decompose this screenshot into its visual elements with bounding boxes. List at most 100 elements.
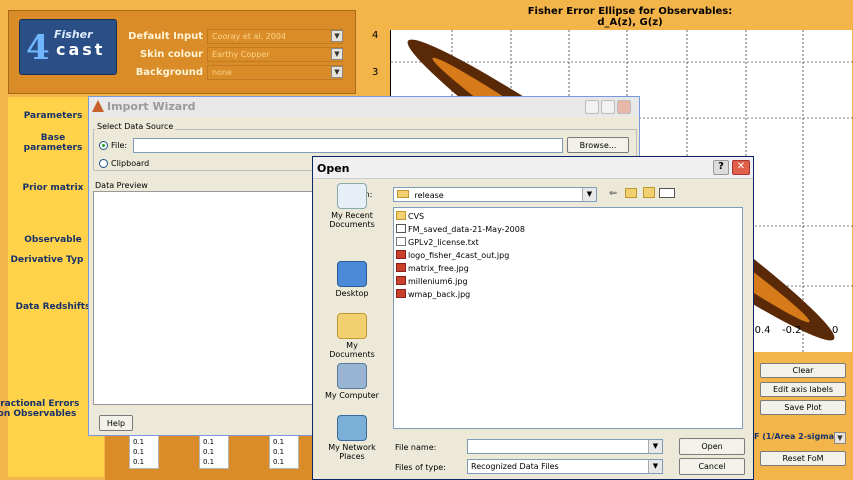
data-preview-area[interactable] (93, 191, 313, 405)
image-file-icon (396, 289, 406, 298)
look-in-select[interactable]: release ▼ (393, 187, 597, 202)
background-select[interactable]: none (207, 65, 343, 80)
stepper-value: 0.1 (133, 438, 145, 446)
place-label: Desktop (335, 289, 369, 298)
fisher4cast-logo: 4 Fisher cast (19, 19, 117, 75)
list-item[interactable]: FM_saved_data-21-May-2008 (396, 224, 525, 235)
close-icon[interactable] (617, 100, 631, 114)
up-folder-icon[interactable] (625, 188, 637, 198)
back-icon[interactable]: ⇐ (609, 188, 617, 199)
clear-button[interactable]: Clear (760, 363, 846, 378)
quantity-stepper[interactable]: 0.1 0.1 0.1 (199, 435, 229, 469)
list-item[interactable]: wmap_back.jpg (396, 289, 470, 300)
quantity-stepper[interactable]: 0.1 0.1 0.1 (129, 435, 159, 469)
minimize-icon[interactable] (585, 100, 599, 114)
data-preview-label: Data Preview (95, 181, 148, 190)
parameters-label: Parameters (23, 111, 83, 121)
maximize-icon[interactable] (601, 100, 615, 114)
chevron-down-icon[interactable]: ▼ (331, 66, 343, 78)
clipboard-radio-label: Clipboard (111, 159, 150, 168)
place-label: My Computer (325, 391, 379, 400)
chevron-down-icon[interactable]: ▼ (834, 432, 846, 444)
places-my-documents[interactable]: My Documents (323, 313, 381, 359)
x-tick-label: -0.2 (782, 325, 802, 336)
file-list[interactable]: CVS FM_saved_data-21-May-2008 GPLv2_lice… (393, 207, 743, 429)
quantity-stepper[interactable]: 0.1 0.1 0.1 (269, 435, 299, 469)
file-name: logo_fisher_4cast_out.jpg (408, 251, 510, 260)
image-file-icon (396, 276, 406, 285)
open-title-bar[interactable]: Open ? ✕ (313, 157, 753, 179)
places-recent[interactable]: My Recent Documents (323, 183, 381, 229)
plot-title-line1: Fisher Error Ellipse for Observables: (527, 6, 733, 17)
my-computer-icon (337, 363, 367, 389)
places-desktop[interactable]: Desktop (323, 261, 381, 298)
cancel-button[interactable]: Cancel (679, 458, 745, 475)
open-button[interactable]: Open (679, 438, 745, 455)
fractional-errors-label: Fractional Errors on Observables (0, 399, 80, 419)
list-item[interactable]: matrix_free.jpg (396, 263, 469, 274)
help-icon[interactable]: ? (713, 160, 729, 175)
file-name: millenium6.jpg (408, 277, 468, 286)
file-name: CVS (408, 212, 425, 221)
list-item[interactable]: CVS (396, 211, 424, 222)
skin-colour-select[interactable]: Earthy Copper (207, 47, 343, 62)
fom-select[interactable]: F (1/Area 2-sigma) (754, 430, 846, 445)
help-button[interactable]: Help (99, 415, 133, 431)
file-name: matrix_free.jpg (408, 264, 469, 273)
places-my-computer[interactable]: My Computer (323, 363, 381, 400)
chevron-down-icon[interactable]: ▼ (582, 188, 596, 201)
network-places-icon (337, 415, 367, 441)
image-file-icon (396, 263, 406, 272)
place-label: My Network Places (328, 443, 376, 461)
default-input-select[interactable]: Cooray et al. 2004 (207, 29, 343, 44)
file-radio[interactable] (99, 141, 108, 150)
files-of-type-value: Recognized Data Files (471, 462, 559, 471)
folder-icon (397, 190, 409, 198)
chevron-down-icon[interactable]: ▼ (331, 48, 343, 60)
list-item[interactable]: GPLv2_license.txt (396, 237, 479, 248)
clipboard-radio[interactable] (99, 159, 108, 168)
stepper-value: 0.1 (133, 448, 145, 456)
recent-documents-icon (337, 183, 367, 209)
chevron-down-icon[interactable]: ▼ (648, 440, 662, 453)
place-label: My Recent Documents (329, 211, 375, 229)
wizard-title-bar[interactable]: Import Wizard (89, 97, 639, 117)
stepper-value: 0.1 (273, 448, 285, 456)
chevron-down-icon[interactable]: ▼ (331, 30, 343, 42)
x-tick-label: 0 (832, 325, 839, 336)
file-name-input[interactable]: ▼ (467, 439, 663, 454)
place-label: My Documents (329, 341, 375, 359)
background-label: Background (135, 67, 203, 78)
file-path-input[interactable] (133, 138, 563, 153)
new-folder-icon[interactable] (643, 187, 655, 198)
text-file-icon (396, 237, 406, 246)
edit-axis-labels-button[interactable]: Edit axis labels (760, 382, 846, 397)
plot-title: Fisher Error Ellipse for Observables: d_… (480, 6, 780, 28)
select-source-label: Select Data Source (95, 122, 176, 131)
chevron-down-icon[interactable]: ▼ (648, 460, 662, 473)
settings-header-panel: 4 Fisher cast Default Input Cooray et al… (8, 10, 356, 94)
files-of-type-select[interactable]: Recognized Data Files ▼ (467, 459, 663, 474)
view-menu-icon[interactable] (659, 188, 675, 198)
files-of-type-label: Files of type: (395, 463, 446, 472)
list-item[interactable]: logo_fisher_4cast_out.jpg (396, 250, 509, 261)
default-input-label: Default Input (128, 31, 203, 42)
data-redshifts-label: Data Redshifts (15, 302, 91, 312)
prior-matrix-label: Prior matrix (22, 183, 84, 193)
skin-colour-label: Skin colour (139, 49, 203, 60)
logo-bottom-text: cast (56, 40, 106, 59)
stepper-value: 0.1 (133, 458, 145, 466)
close-icon[interactable]: ✕ (732, 160, 750, 175)
plot-controls-panel: Clear Edit axis labels Save Plot F (1/Ar… (750, 357, 853, 480)
my-documents-icon (337, 313, 367, 339)
file-radio-label: File: (111, 141, 128, 150)
browse-button[interactable]: Browse... (567, 137, 629, 153)
file-name: FM_saved_data-21-May-2008 (408, 225, 525, 234)
reset-fom-button[interactable]: Reset FoM (760, 451, 846, 466)
list-item[interactable]: millenium6.jpg (396, 276, 468, 287)
places-network[interactable]: My Network Places (323, 415, 381, 461)
file-name: GPLv2_license.txt (408, 238, 479, 247)
matlab-icon (92, 100, 104, 112)
y-tick-label: 4 (372, 30, 379, 41)
save-plot-button[interactable]: Save Plot (760, 400, 846, 415)
